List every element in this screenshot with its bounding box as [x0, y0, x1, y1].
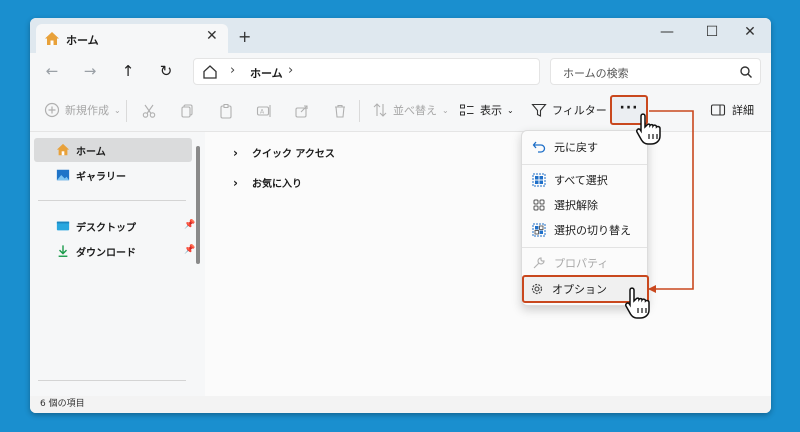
sidebar-item-desktop[interactable]: デスクトップ 📌 — [34, 214, 195, 238]
view-icon — [460, 104, 474, 116]
desktop-icon — [56, 221, 70, 231]
add-icon — [44, 102, 60, 118]
breadcrumb-home[interactable]: ホーム — [250, 65, 283, 81]
menu-item-label: オプション — [552, 283, 607, 296]
search-input[interactable]: ホームの検索 — [550, 58, 761, 85]
tab-close-icon[interactable]: ✕ — [206, 28, 218, 44]
options-icon — [531, 283, 543, 295]
details-button[interactable]: 詳細 — [710, 102, 754, 118]
view-button[interactable]: 表示 ⌄ — [459, 102, 514, 118]
tab-home[interactable]: ホーム ✕ — [36, 24, 228, 54]
sort-button[interactable]: 並べ替え ⌄ — [372, 102, 449, 118]
chevron-down-icon: ⌄ — [442, 105, 449, 115]
title-bar: ホーム ✕ + — ☐ ✕ — [30, 18, 771, 54]
chevron-right-icon[interactable]: › — [233, 146, 238, 160]
svg-text:A: A — [260, 109, 265, 116]
rename-icon[interactable]: A — [256, 103, 272, 119]
sidebar-divider — [38, 200, 186, 201]
close-window-button[interactable]: ✕ — [735, 24, 765, 40]
forward-button[interactable]: → — [80, 62, 100, 82]
hand-cursor-icon — [625, 287, 650, 319]
new-label: 新規作成 — [65, 104, 109, 117]
address-field[interactable]: › ホーム › — [193, 58, 540, 85]
file-explorer-window: ホーム ✕ + — ☐ ✕ ← → ↑ ↻ › ホーム › ホームの検索 新規作… — [30, 18, 771, 413]
details-label: 詳細 — [732, 104, 754, 117]
filter-label: フィルター — [552, 104, 607, 117]
tab-title: ホーム — [66, 34, 99, 47]
sidebar-item-downloads[interactable]: ダウンロード 📌 — [34, 239, 195, 263]
menu-item-select-none[interactable]: 選択解除 — [526, 193, 645, 217]
pin-icon[interactable]: 📌 — [184, 220, 195, 230]
menu-item-label: 元に戻す — [554, 141, 598, 154]
breadcrumb-separator[interactable]: › — [288, 63, 293, 78]
search-icon — [740, 66, 752, 78]
new-button[interactable]: 新規作成 ⌄ — [44, 102, 121, 118]
sort-icon — [373, 103, 387, 117]
toolbar-divider — [359, 100, 360, 122]
maximize-button[interactable]: ☐ — [697, 24, 727, 40]
select-all-icon — [532, 173, 546, 187]
details-icon — [710, 104, 726, 116]
search-placeholder: ホームの検索 — [563, 67, 629, 80]
share-icon[interactable] — [294, 103, 310, 119]
menu-divider — [522, 247, 647, 248]
address-bar-row: ← → ↑ ↻ › ホーム › ホームの検索 — [30, 53, 771, 90]
toolbar-divider — [126, 100, 127, 122]
copy-icon[interactable] — [179, 103, 195, 119]
chevron-right-icon[interactable]: › — [233, 176, 238, 190]
refresh-button[interactable]: ↻ — [156, 62, 176, 82]
download-icon — [58, 245, 68, 257]
menu-item-undo[interactable]: 元に戻す — [526, 135, 645, 159]
group-label: お気に入り — [251, 179, 302, 190]
sidebar-scrollbar[interactable] — [196, 146, 200, 264]
sidebar-divider — [38, 380, 186, 381]
menu-item-select-all[interactable]: すべて選択 — [526, 168, 645, 192]
home-icon — [203, 65, 217, 79]
select-none-icon — [533, 199, 545, 211]
chevron-down-icon: ⌄ — [114, 105, 121, 115]
chevron-down-icon: ⌄ — [507, 105, 514, 115]
navigation-pane: ホーム ギャラリー デスクトップ 📌 ダウンロード 📌 — [30, 132, 205, 396]
pin-icon[interactable]: 📌 — [184, 245, 195, 255]
group-quick-access[interactable]: › クイック アクセス — [233, 145, 335, 161]
sidebar-item-label: デスクトップ — [76, 222, 136, 234]
filter-button[interactable]: フィルター ⌄ — [531, 102, 618, 118]
home-icon — [56, 143, 70, 156]
more-options-menu: 元に戻す すべて選択 選択解除 選択の切り替え プロパティ オプション — [521, 130, 649, 306]
sidebar-item-label: ホーム — [76, 146, 106, 158]
content-pane: › クイック アクセス › お気に入り — [205, 132, 771, 396]
delete-icon[interactable] — [332, 103, 348, 119]
filter-icon — [531, 103, 547, 117]
group-favorites[interactable]: › お気に入り — [233, 175, 302, 191]
menu-item-label: すべて選択 — [554, 174, 608, 187]
menu-item-properties[interactable]: プロパティ — [526, 251, 645, 275]
invert-selection-icon — [532, 223, 546, 237]
breadcrumb-separator: › — [230, 63, 236, 78]
cut-icon[interactable] — [141, 103, 157, 119]
view-label: 表示 — [480, 104, 502, 117]
menu-item-label: 選択の切り替え — [554, 224, 631, 237]
up-button[interactable]: ↑ — [118, 62, 138, 82]
paste-icon[interactable] — [218, 103, 234, 119]
menu-divider — [522, 164, 647, 165]
hand-cursor-icon — [636, 113, 661, 145]
sidebar-item-label: ダウンロード — [76, 247, 136, 259]
home-icon — [45, 32, 59, 45]
properties-icon — [533, 257, 545, 269]
gallery-icon — [56, 169, 70, 181]
back-button[interactable]: ← — [42, 62, 62, 82]
menu-item-label: 選択解除 — [554, 199, 598, 212]
sidebar-item-label: ギャラリー — [76, 171, 126, 183]
group-label: クイック アクセス — [251, 149, 335, 160]
status-bar: 6 個の項目 — [30, 396, 771, 413]
sort-label: 並べ替え — [393, 104, 437, 117]
minimize-button[interactable]: — — [652, 24, 682, 40]
undo-icon — [532, 141, 546, 153]
sidebar-item-home[interactable]: ホーム — [34, 138, 192, 162]
menu-item-invert-selection[interactable]: 選択の切り替え — [526, 218, 645, 242]
sidebar-item-gallery[interactable]: ギャラリー — [34, 163, 192, 187]
new-tab-button[interactable]: + — [238, 27, 251, 46]
menu-item-label: プロパティ — [554, 257, 609, 270]
